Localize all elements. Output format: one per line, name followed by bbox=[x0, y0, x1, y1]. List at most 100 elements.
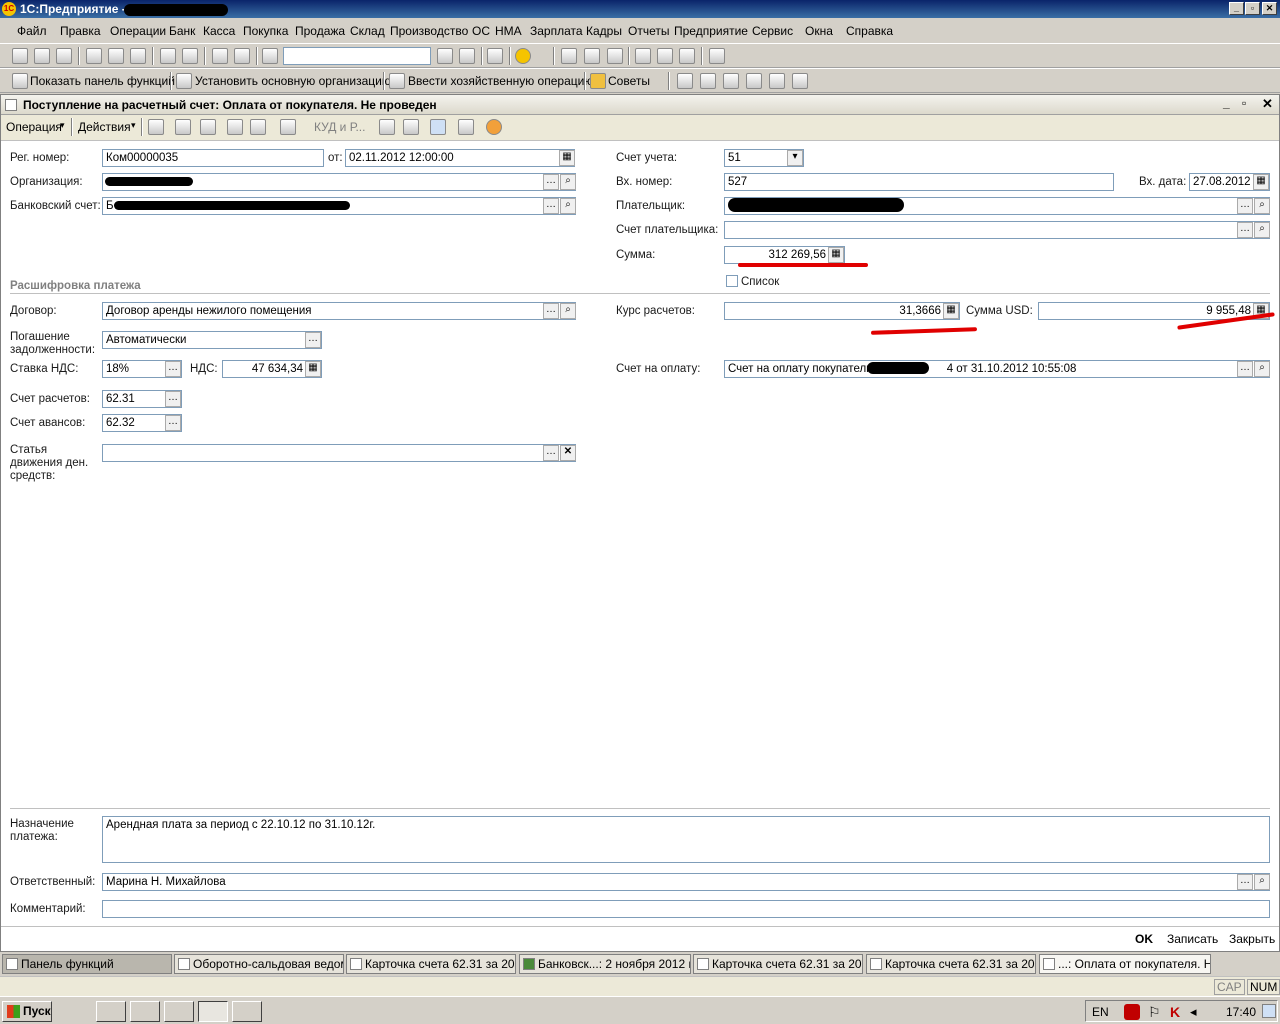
doc-restore-icon[interactable]: ▫ bbox=[1242, 96, 1246, 110]
window-tab[interactable]: Банковск...: 2 ноября 2012 г. bbox=[519, 954, 691, 974]
select-button[interactable]: … bbox=[165, 361, 181, 377]
reg-number-field[interactable]: Ком00000035 bbox=[102, 149, 324, 167]
window-tab[interactable]: Карточка счета 62.31 за 20... bbox=[866, 954, 1036, 974]
show-panel-button[interactable]: Показать панель функций bbox=[30, 74, 175, 88]
select-button[interactable]: … bbox=[1237, 222, 1253, 238]
window-tab[interactable]: Карточка счета 62.31 за 20... bbox=[693, 954, 863, 974]
select-button[interactable]: … bbox=[543, 174, 559, 190]
memory-m-icon[interactable] bbox=[635, 48, 651, 64]
menu-sales[interactable]: Продажа bbox=[295, 24, 345, 38]
calendar-icon[interactable]: ▦ bbox=[1253, 174, 1269, 190]
payment-icon[interactable] bbox=[746, 73, 762, 89]
copy-document-icon[interactable] bbox=[200, 119, 216, 135]
clear-icon[interactable]: ✕ bbox=[560, 445, 576, 461]
post-close-icon[interactable] bbox=[148, 119, 164, 135]
date-field[interactable]: 02.11.2012 12:00:00 bbox=[345, 149, 575, 167]
app-1c-icon[interactable] bbox=[164, 1001, 194, 1022]
menu-warehouse[interactable]: Склад bbox=[350, 24, 385, 38]
print-preview-icon[interactable] bbox=[182, 48, 198, 64]
ok-button[interactable]: OK bbox=[1135, 932, 1153, 946]
calculator-icon[interactable]: ▦ bbox=[828, 247, 844, 263]
register-icon[interactable] bbox=[792, 73, 808, 89]
find-next-icon[interactable] bbox=[437, 48, 453, 64]
cash-icon[interactable] bbox=[723, 73, 739, 89]
notepad-icon[interactable] bbox=[232, 1001, 262, 1022]
search-icon[interactable]: ⌕ bbox=[1254, 222, 1270, 238]
menu-windows[interactable]: Окна bbox=[805, 24, 833, 38]
search-icon[interactable]: ⌕ bbox=[1254, 874, 1270, 890]
copy-icon[interactable] bbox=[108, 48, 124, 64]
search-icon[interactable]: ⌕ bbox=[560, 303, 576, 319]
memory-plus-icon[interactable] bbox=[657, 48, 673, 64]
structure-icon[interactable] bbox=[403, 119, 419, 135]
restore-button[interactable]: ▫ bbox=[1245, 2, 1260, 15]
windows-icon[interactable] bbox=[487, 48, 503, 64]
select-button[interactable]: … bbox=[543, 303, 559, 319]
transfer-icon[interactable] bbox=[769, 73, 785, 89]
new-document-icon[interactable] bbox=[12, 48, 28, 64]
contract-field[interactable]: Договор аренды нежилого помещения bbox=[102, 302, 576, 320]
window-tab-active[interactable]: ...: Оплата от покупателя. Н... bbox=[1039, 954, 1211, 974]
menu-service[interactable]: Сервис bbox=[752, 24, 793, 38]
window-tab[interactable]: Оборотно-сальдовая ведом... bbox=[174, 954, 344, 974]
menu-purchase[interactable]: Покупка bbox=[243, 24, 288, 38]
cashflow-field[interactable] bbox=[102, 444, 576, 462]
post-icon[interactable] bbox=[227, 119, 243, 135]
redo-icon[interactable] bbox=[234, 48, 250, 64]
menu-reports[interactable]: Отчеты bbox=[628, 24, 669, 38]
menu-production[interactable]: Производство bbox=[390, 24, 468, 38]
doc-close-icon[interactable]: ✕ bbox=[1262, 96, 1273, 112]
close-window-button[interactable]: ✕ bbox=[1262, 2, 1277, 15]
flag-icon[interactable]: ⚐ bbox=[1148, 1004, 1161, 1021]
sum-field[interactable]: 312 269,56 bbox=[724, 246, 845, 264]
app-icon[interactable] bbox=[96, 1001, 126, 1022]
calendar-icon[interactable] bbox=[584, 48, 600, 64]
select-button[interactable]: … bbox=[1237, 361, 1253, 377]
menu-salary[interactable]: Зарплата bbox=[530, 24, 583, 38]
select-button[interactable]: … bbox=[543, 198, 559, 214]
calculator-icon[interactable]: ▦ bbox=[305, 361, 321, 377]
window-tab[interactable]: Панель функций bbox=[2, 954, 172, 974]
chevron-down-icon[interactable]: ▾ bbox=[787, 150, 803, 166]
in-number-field[interactable]: 527 bbox=[724, 173, 1114, 191]
table-icon[interactable] bbox=[458, 119, 474, 135]
help-icon[interactable] bbox=[486, 119, 502, 135]
purpose-textarea[interactable]: Арендная плата за период с 22.10.12 по 3… bbox=[102, 816, 1270, 863]
menu-enterprise[interactable]: Предприятие bbox=[674, 24, 748, 38]
debt-field[interactable]: Автоматически bbox=[102, 331, 322, 349]
antivirus-icon[interactable] bbox=[1124, 1004, 1140, 1020]
open-folder-icon[interactable] bbox=[34, 48, 50, 64]
select-button[interactable]: … bbox=[165, 415, 181, 431]
select-button[interactable]: … bbox=[305, 332, 321, 348]
calendar-icon[interactable]: ▦ bbox=[559, 150, 575, 166]
refresh-icon[interactable] bbox=[175, 119, 191, 135]
memory-minus-icon[interactable] bbox=[679, 48, 695, 64]
invoice-field[interactable]: Счет на оплату покупателю К 4 от 31.10.20… bbox=[724, 360, 1270, 378]
set-organization-button[interactable]: Установить основную организацию bbox=[195, 74, 391, 88]
users-icon[interactable] bbox=[607, 48, 623, 64]
undo-icon[interactable] bbox=[212, 48, 228, 64]
calculator-icon[interactable]: ▦ bbox=[943, 303, 959, 319]
window-tab[interactable]: Карточка счета 62.31 за 20... bbox=[346, 954, 516, 974]
bank-icon[interactable] bbox=[677, 73, 693, 89]
unpost-icon[interactable] bbox=[250, 119, 266, 135]
payer-account-field[interactable] bbox=[724, 221, 1270, 239]
select-button[interactable]: … bbox=[1237, 874, 1253, 890]
app-1c-active-icon[interactable] bbox=[198, 1001, 228, 1022]
network-icon[interactable] bbox=[62, 1001, 92, 1022]
info-icon[interactable] bbox=[515, 48, 531, 64]
rate-field[interactable]: 31,3666 bbox=[724, 302, 960, 320]
tips-button[interactable]: Советы bbox=[608, 74, 650, 88]
search-icon[interactable]: ⌕ bbox=[560, 198, 576, 214]
menu-edit[interactable]: Правка bbox=[60, 24, 101, 38]
print-icon[interactable] bbox=[160, 48, 176, 64]
menu-bank[interactable]: Банк bbox=[169, 24, 195, 38]
show-desktop-icon[interactable] bbox=[1262, 1004, 1276, 1018]
kud-button[interactable]: КУД и Р... bbox=[314, 120, 365, 134]
menu-file[interactable]: Файл bbox=[17, 24, 47, 38]
enter-operation-button[interactable]: Ввести хозяйственную операцию bbox=[408, 74, 593, 88]
journal-entries-icon[interactable] bbox=[379, 119, 395, 135]
sound-icon[interactable]: ◂ bbox=[1190, 1004, 1197, 1020]
tools-icon[interactable] bbox=[709, 48, 725, 64]
menu-cash[interactable]: Касса bbox=[203, 24, 235, 38]
